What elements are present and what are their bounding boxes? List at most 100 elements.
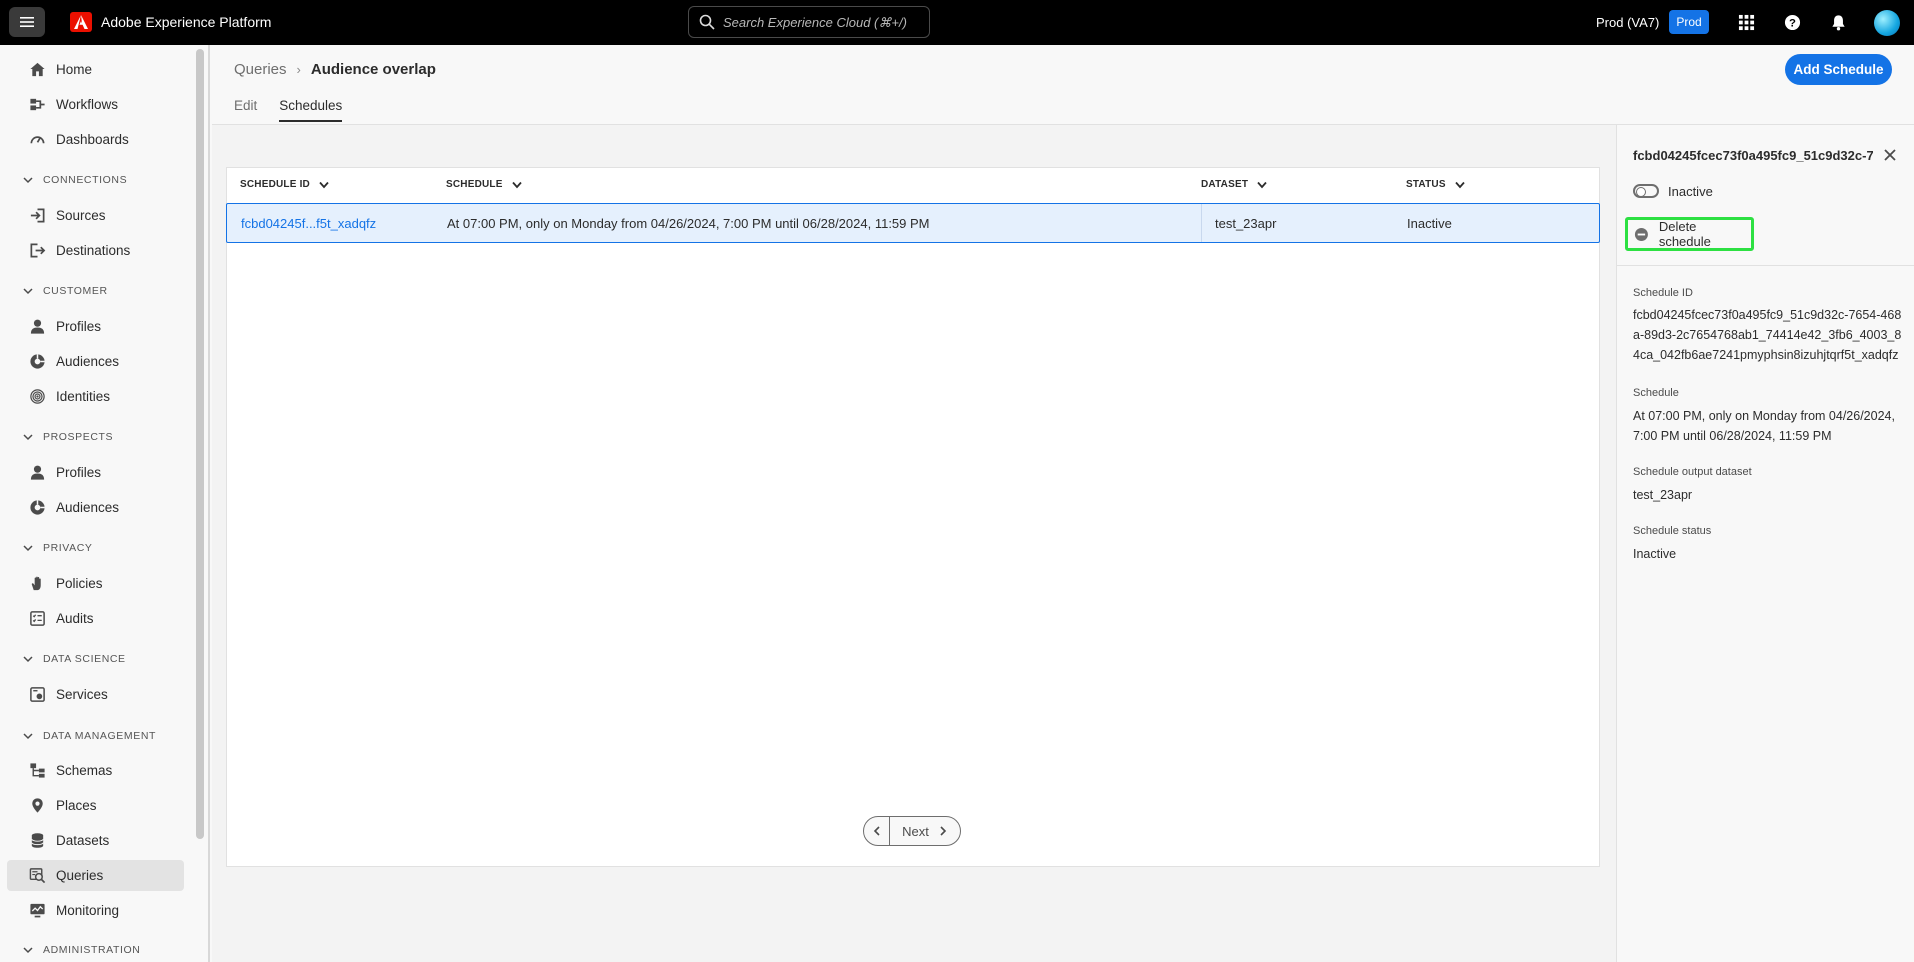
sidebar-item-destinations[interactable]: Destinations bbox=[7, 235, 184, 266]
column-header-dataset[interactable]: DATASET bbox=[1201, 179, 1267, 190]
panel-divider bbox=[1617, 265, 1914, 266]
column-header-schedule[interactable]: SCHEDULE bbox=[446, 179, 522, 190]
sidebar-item-dashboards[interactable]: Dashboards bbox=[7, 124, 184, 155]
sidebar-item-identities[interactable]: Identities bbox=[7, 381, 184, 412]
pin-icon bbox=[32, 798, 43, 813]
schedule-details-panel: fcbd04245fcec73f0a495fc9_51c9d32c-7... I… bbox=[1616, 125, 1914, 962]
sidebar-item-label: Dashboards bbox=[56, 132, 129, 147]
sidebar-item-label: Monitoring bbox=[56, 903, 120, 918]
section-administration[interactable]: ADMINISTRATION bbox=[23, 944, 140, 956]
sidebar-item-label: Services bbox=[56, 687, 108, 702]
sidebar-item-places[interactable]: Places bbox=[7, 790, 184, 821]
chevron-right-icon bbox=[940, 826, 946, 836]
schedule-id-link[interactable]: fcbd04245f...f5t_xadqfz bbox=[241, 216, 376, 231]
adobe-logo-icon[interactable] bbox=[70, 12, 92, 32]
breadcrumb-queries-link[interactable]: Queries bbox=[234, 61, 287, 78]
previous-page-button[interactable] bbox=[864, 817, 890, 845]
sidebar-item-schemas[interactable]: Schemas bbox=[7, 755, 184, 786]
sidebar-item-monitoring[interactable]: Monitoring bbox=[7, 895, 184, 926]
schedule-status-toggle[interactable] bbox=[1633, 184, 1659, 198]
sidebar-item-label: Queries bbox=[56, 868, 104, 883]
sidebar-item-label: Profiles bbox=[56, 319, 102, 334]
svg-text:?: ? bbox=[1789, 17, 1796, 29]
field-label-status: Schedule status bbox=[1633, 525, 1712, 537]
env-badge[interactable]: Prod bbox=[1669, 10, 1709, 34]
section-privacy[interactable]: PRIVACY bbox=[23, 542, 93, 554]
destinations-icon bbox=[30, 243, 46, 258]
chevron-down-icon bbox=[23, 733, 33, 740]
chevron-down-icon bbox=[1257, 181, 1267, 188]
toggle-label: Inactive bbox=[1668, 184, 1713, 199]
sidebar-item-label: Places bbox=[56, 798, 97, 813]
sidebar-item-queries[interactable]: Queries bbox=[7, 860, 184, 891]
add-schedule-button[interactable]: Add Schedule bbox=[1785, 54, 1892, 85]
help-button[interactable]: ? bbox=[1781, 11, 1803, 33]
sidebar-scrollbar[interactable] bbox=[196, 49, 204, 839]
next-page-button[interactable]: Next bbox=[890, 824, 960, 839]
breadcrumb: Queries › Audience overlap bbox=[234, 61, 436, 78]
sidebar-item-services[interactable]: Services bbox=[7, 679, 184, 710]
sidebar-item-prospect-profiles[interactable]: Profiles bbox=[7, 457, 184, 488]
delete-schedule-button[interactable]: Delete schedule bbox=[1625, 217, 1754, 251]
sidebar-item-prospect-audiences[interactable]: Audiences bbox=[7, 492, 184, 523]
chevron-down-icon bbox=[319, 181, 329, 188]
queries-icon bbox=[29, 868, 46, 884]
chevron-right-icon: › bbox=[296, 62, 301, 77]
sidebar-item-label: Home bbox=[56, 62, 93, 77]
hamburger-icon bbox=[20, 17, 34, 27]
column-header-schedule-id[interactable]: SCHEDULE ID bbox=[240, 179, 329, 190]
apps-grid-button[interactable] bbox=[1735, 11, 1757, 33]
schemas-icon bbox=[30, 763, 45, 778]
sidebar-item-policies[interactable]: Policies bbox=[7, 568, 184, 599]
page-title: Audience overlap bbox=[310, 61, 436, 78]
app-title[interactable]: Adobe Experience Platform bbox=[101, 14, 271, 30]
notifications-button[interactable] bbox=[1827, 11, 1849, 33]
search-box[interactable] bbox=[688, 6, 930, 38]
remove-circle-icon bbox=[1634, 227, 1648, 241]
sidebar: Home Workflows Dashboards CONNECTIONS So… bbox=[0, 45, 210, 962]
pagination: Next bbox=[863, 816, 961, 846]
table-row[interactable]: fcbd04245f...f5t_xadqfz At 07:00 PM, onl… bbox=[226, 203, 1600, 243]
field-label-output-dataset: Schedule output dataset bbox=[1633, 466, 1752, 478]
sidebar-item-label: Sources bbox=[56, 208, 106, 223]
chevron-down-icon bbox=[23, 947, 33, 954]
tab-schedules[interactable]: Schedules bbox=[279, 98, 343, 122]
section-connections[interactable]: CONNECTIONS bbox=[23, 174, 127, 186]
sidebar-item-workflows[interactable]: Workflows bbox=[7, 89, 184, 120]
sidebar-item-audits[interactable]: Audits bbox=[7, 603, 184, 634]
close-icon[interactable] bbox=[1882, 147, 1898, 163]
panel-title: fcbd04245fcec73f0a495fc9_51c9d32c-7... bbox=[1633, 148, 1873, 163]
chevron-down-icon bbox=[23, 656, 33, 663]
sidebar-item-home[interactable]: Home bbox=[7, 54, 184, 85]
avatar[interactable] bbox=[1874, 10, 1900, 36]
chevron-down-icon bbox=[23, 177, 33, 184]
audiences-icon bbox=[30, 500, 45, 515]
fingerprint-icon bbox=[30, 389, 45, 404]
schedule-cell: At 07:00 PM, only on Monday from 04/26/2… bbox=[447, 216, 930, 231]
chevron-down-icon bbox=[23, 288, 33, 295]
column-header-status[interactable]: STATUS bbox=[1406, 179, 1465, 190]
section-customer[interactable]: CUSTOMER bbox=[23, 285, 108, 297]
monitoring-icon bbox=[30, 903, 45, 918]
section-data-science[interactable]: DATA SCIENCE bbox=[23, 653, 126, 665]
tab-list: Edit Schedules bbox=[234, 98, 364, 122]
org-name[interactable]: Prod (VA7) bbox=[1596, 15, 1659, 30]
sidebar-item-customer-profiles[interactable]: Profiles bbox=[7, 311, 184, 342]
sidebar-item-sources[interactable]: Sources bbox=[7, 200, 184, 231]
tab-edit[interactable]: Edit bbox=[234, 98, 257, 122]
chevron-down-icon bbox=[23, 545, 33, 552]
chevron-left-icon bbox=[873, 826, 880, 836]
field-value-schedule: At 07:00 PM, only on Monday from 04/26/2… bbox=[1633, 409, 1895, 443]
field-value-output-dataset: test_23apr bbox=[1633, 488, 1693, 502]
sidebar-item-datasets[interactable]: Datasets bbox=[7, 825, 184, 856]
audits-icon bbox=[30, 611, 45, 626]
sidebar-item-customer-audiences[interactable]: Audiences bbox=[7, 346, 184, 377]
chevron-down-icon bbox=[23, 434, 33, 441]
hamburger-menu-button[interactable] bbox=[9, 7, 45, 37]
sidebar-item-label: Identities bbox=[56, 389, 111, 404]
search-input[interactable] bbox=[723, 14, 913, 30]
section-prospects[interactable]: PROSPECTS bbox=[23, 431, 113, 443]
section-data-management[interactable]: DATA MANAGEMENT bbox=[23, 730, 156, 742]
status-cell: Inactive bbox=[1407, 216, 1452, 231]
schedules-main: SCHEDULE ID SCHEDULE DATASET STATUS fcbd… bbox=[212, 125, 1616, 962]
